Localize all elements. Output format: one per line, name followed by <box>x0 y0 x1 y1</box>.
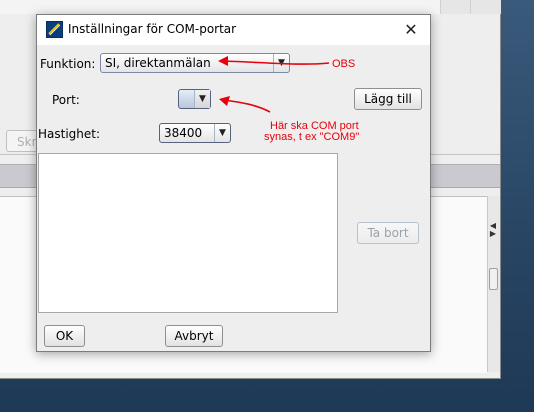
port-note-arrowhead-icon <box>219 96 230 106</box>
obs-arrowhead-icon <box>218 56 228 66</box>
port-note-annotation-line2: synas, t ex "COM9" <box>264 131 360 143</box>
port-note-arrow <box>223 99 271 113</box>
obs-arrow <box>221 60 330 65</box>
annotation-arrows <box>218 56 330 113</box>
obs-annotation: OBS <box>332 58 356 70</box>
